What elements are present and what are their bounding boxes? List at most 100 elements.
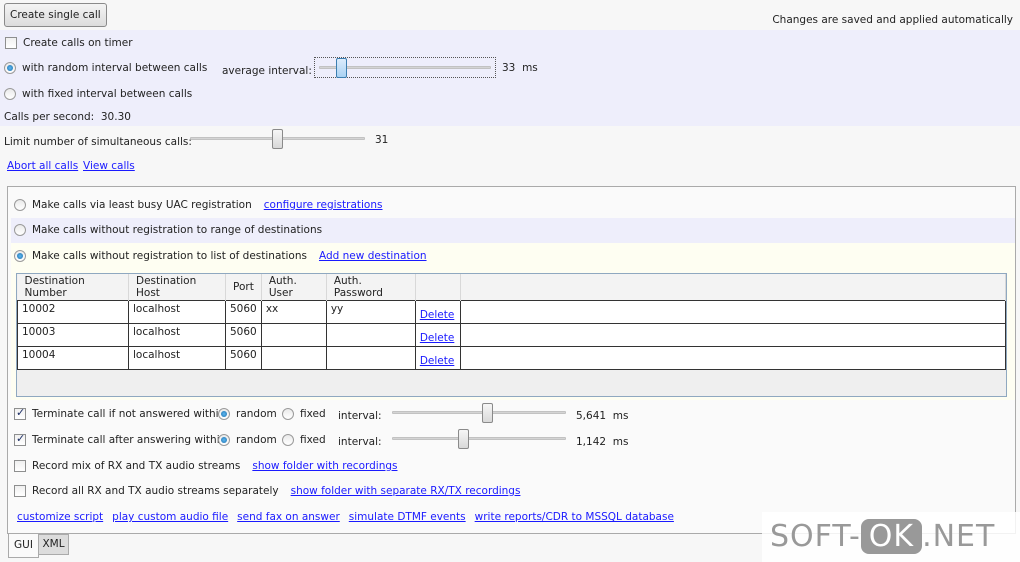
simulate-dtmf-link[interactable]: simulate DTMF events [349,511,466,523]
cell[interactable]: xx [260,299,327,324]
checkbox-icon [14,460,26,472]
show-separate-recordings-link[interactable]: show folder with separate RX/TX recordin… [291,485,521,497]
label: Record mix of RX and TX audio streams [32,460,241,472]
label: Create calls on timer [23,37,133,49]
write-reports-link[interactable]: write reports/CDR to MSSQL database [475,511,674,523]
terminate-answered-fixed-radio[interactable]: fixed [282,434,326,446]
customize-script-link[interactable]: customize script [17,511,103,523]
cell[interactable]: 5060 [225,322,262,347]
cell[interactable]: localhost [128,322,226,347]
cell[interactable]: 5060 [225,345,262,370]
label: fixed [300,434,326,446]
configure-registrations-link[interactable]: configure registrations [264,199,383,211]
terminate-answered-value: 1,142 ms [576,436,629,448]
column-header [460,274,1007,300]
radio-icon [14,224,26,236]
play-custom-audio-link[interactable]: play custom audio file [112,511,228,523]
slider-thumb[interactable] [458,429,469,449]
cell: Delete [414,322,461,347]
show-recordings-link[interactable]: show folder with recordings [252,460,397,472]
label: random [236,408,277,420]
radio-icon [4,62,16,74]
record-mix-checkbox[interactable]: Record mix of RX and TX audio streams sho… [14,460,398,472]
avg-interval-value: 33 ms [502,62,538,74]
cell[interactable]: 10002 [17,299,129,324]
radio-icon [218,408,230,420]
cell[interactable]: yy [325,299,416,324]
watermark-logo: SOFT- OK .NET [762,512,1020,562]
record-separate-checkbox[interactable]: Record all RX and TX audio streams separ… [14,485,520,497]
avg-interval-label: average interval: [222,65,312,77]
slider-thumb[interactable] [336,58,347,78]
interval-label: interval: [338,436,382,448]
column-header[interactable]: Port [225,274,262,300]
terminate-unanswered-fixed-radio[interactable]: fixed [282,408,326,420]
delete-link[interactable]: Delete [420,355,455,367]
cell: Delete [414,345,461,370]
abort-all-calls-link[interactable]: Abort all calls [7,160,78,172]
range-destinations-radio[interactable]: Make calls without registration to range… [14,224,322,236]
cell[interactable]: 10003 [17,322,129,347]
limit-slider-thumb[interactable] [272,129,283,149]
terminate-unanswered-value: 5,641 ms [576,410,629,422]
uac-registration-radio[interactable]: Make calls via least busy UAC registrati… [14,199,383,211]
cell[interactable] [325,322,416,347]
fixed-interval-radio[interactable]: with fixed interval between calls [4,88,192,100]
cell[interactable] [260,322,327,347]
label: Make calls without registration to list … [32,250,307,262]
avg-interval-slider[interactable] [314,57,496,78]
create-single-call-button[interactable]: Create single call [4,3,107,27]
column-header[interactable]: Auth. User [261,274,327,300]
cell[interactable] [260,345,327,370]
tab-xml[interactable]: XML [38,534,69,555]
delete-link[interactable]: Delete [420,309,455,321]
terminate-answered-slider[interactable] [392,437,566,440]
terminate-unanswered-checkbox[interactable]: Terminate call if not answered within [14,406,226,420]
timer-panel [0,30,1020,126]
cell: Delete [414,299,461,324]
delete-link[interactable]: Delete [420,332,455,344]
cell[interactable]: 10004 [17,345,129,370]
view-calls-link[interactable]: View calls [83,160,135,172]
column-header[interactable]: Destination Host [128,274,226,300]
column-header[interactable]: Destination Number [17,274,129,300]
label: Record all RX and TX audio streams separ… [32,485,279,497]
autosave-note: Changes are saved and applied automatica… [772,14,1013,26]
cell[interactable]: 5060 [225,299,262,324]
label: with random interval between calls [22,62,208,74]
bottom-links: customize script play custom audio file … [17,511,674,523]
terminate-unanswered-slider[interactable] [392,411,566,414]
cell[interactable]: localhost [128,299,226,324]
cell[interactable]: localhost [128,345,226,370]
checkbox-icon [5,37,17,49]
tab-gui[interactable]: GUI [8,534,39,558]
radio-icon [14,250,26,262]
label: Terminate call if not answered within [32,408,226,420]
checkbox-icon [14,406,26,420]
radio-icon [282,434,294,446]
label: Make calls via least busy UAC registrati… [32,199,252,211]
cell[interactable] [325,345,416,370]
random-interval-radio[interactable]: with random interval between calls [4,62,207,74]
cell [459,345,1007,370]
table-row: 10004 localhost 5060 Delete [17,345,1007,370]
table-header: Destination Number Destination Host Port… [17,274,1007,300]
interval-label: interval: [338,410,382,422]
terminate-answered-checkbox[interactable]: Terminate call after answering within [14,432,226,446]
column-header[interactable]: Auth. Password [326,274,416,300]
radio-icon [218,434,230,446]
terminate-unanswered-random-radio[interactable]: random [218,408,277,420]
create-on-timer-checkbox[interactable]: Create calls on timer [5,37,133,49]
add-new-destination-link[interactable]: Add new destination [319,250,427,262]
terminate-answered-random-radio[interactable]: random [218,434,277,446]
radio-icon [4,88,16,100]
slider-thumb[interactable] [482,403,493,423]
label: Make calls without registration to range… [32,224,323,236]
list-destinations-radio[interactable]: Make calls without registration to list … [14,250,427,262]
radio-icon [282,408,294,420]
table-row: 10002 localhost 5060 xx yy Delete [17,299,1007,324]
label: with fixed interval between calls [22,88,193,100]
send-fax-link[interactable]: send fax on answer [237,511,340,523]
radio-icon [14,199,26,211]
label: fixed [300,408,326,420]
